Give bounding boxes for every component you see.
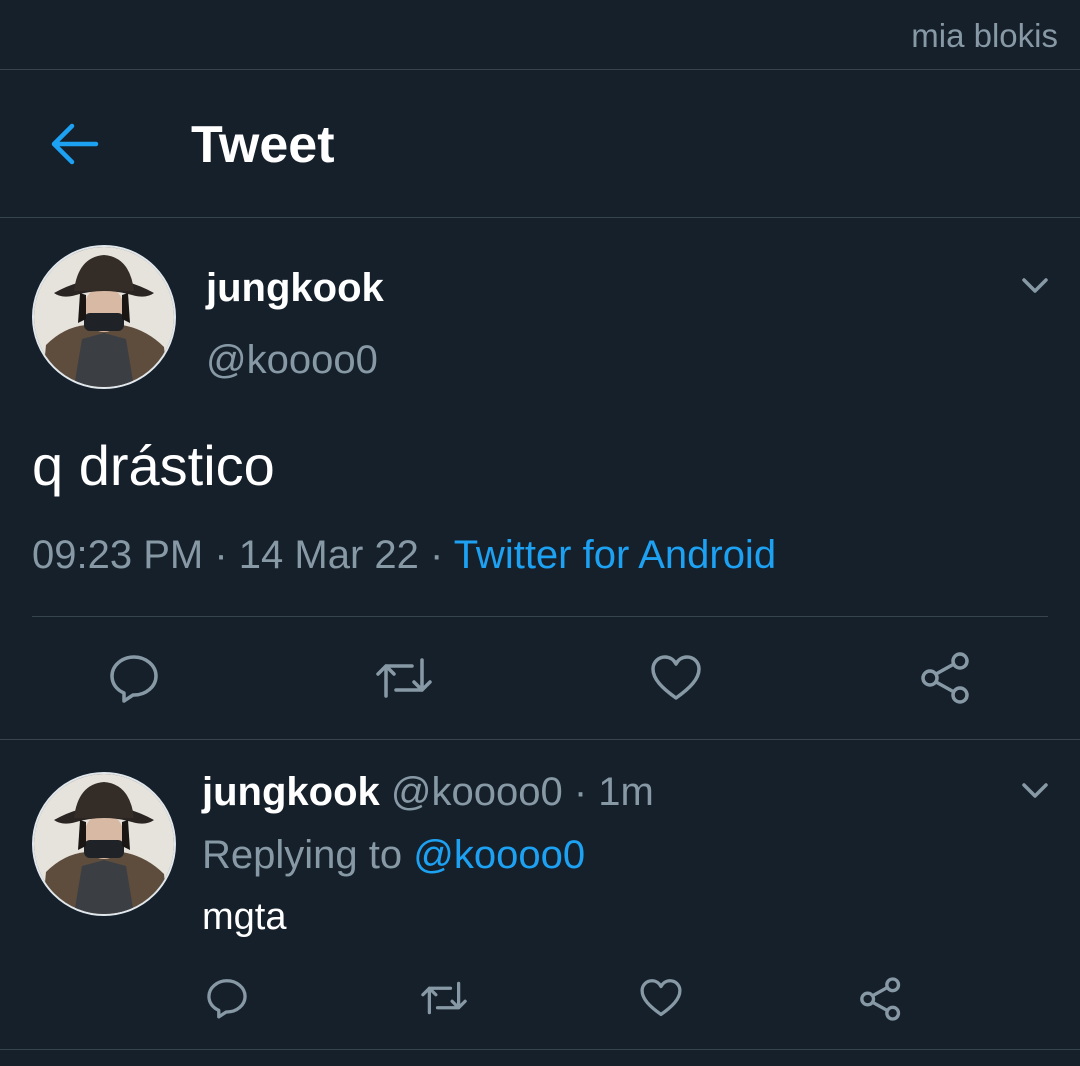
meta-separator: · <box>203 533 239 577</box>
watermark-text: mia blokis <box>911 17 1058 54</box>
meta-separator: · <box>562 770 599 814</box>
tweet-text: q drástico <box>32 434 275 497</box>
divider <box>32 616 1048 617</box>
tweet-date: 14 Mar 22 <box>238 533 419 577</box>
reply-text: mgta <box>202 896 287 938</box>
reply-time: 1m <box>598 770 654 814</box>
divider <box>0 1049 1080 1050</box>
avatar[interactable] <box>32 245 176 389</box>
page-title: Tweet <box>191 116 335 174</box>
reply-author-handle[interactable]: @koooo0 <box>391 770 563 814</box>
tweet-source-link[interactable]: Twitter for Android <box>454 533 776 577</box>
like-icon[interactable] <box>638 975 684 1021</box>
like-icon[interactable] <box>648 650 704 706</box>
tweet-time: 09:23 PM <box>32 533 204 577</box>
retweet-icon[interactable] <box>372 650 436 706</box>
retweet-icon[interactable] <box>418 975 470 1021</box>
chevron-down-icon[interactable] <box>1020 272 1050 298</box>
avatar[interactable] <box>32 772 176 916</box>
replying-handle-link[interactable]: @koooo0 <box>413 833 585 877</box>
reply-header: jungkook @koooo0 · 1m <box>202 770 654 815</box>
chevron-down-icon[interactable] <box>1020 777 1050 803</box>
reply-author-name[interactable]: jungkook <box>202 770 380 814</box>
reply-icon[interactable] <box>204 975 250 1021</box>
arrow-left-icon[interactable] <box>48 120 100 168</box>
replying-to: Replying to @koooo0 <box>202 833 585 878</box>
meta-separator: · <box>418 533 454 577</box>
divider <box>0 739 1080 740</box>
status-strip: mia blokis <box>0 0 1080 70</box>
reply-icon[interactable] <box>106 650 162 706</box>
share-icon[interactable] <box>856 974 906 1024</box>
author-handle[interactable]: @koooo0 <box>206 338 378 383</box>
tweet-meta: 09:23 PM · 14 Mar 22 · Twitter for Andro… <box>32 533 776 578</box>
author-name[interactable]: jungkook <box>206 266 384 311</box>
replying-prefix: Replying to <box>202 833 414 877</box>
share-icon[interactable] <box>916 648 976 708</box>
app-header: Tweet <box>0 70 1080 218</box>
